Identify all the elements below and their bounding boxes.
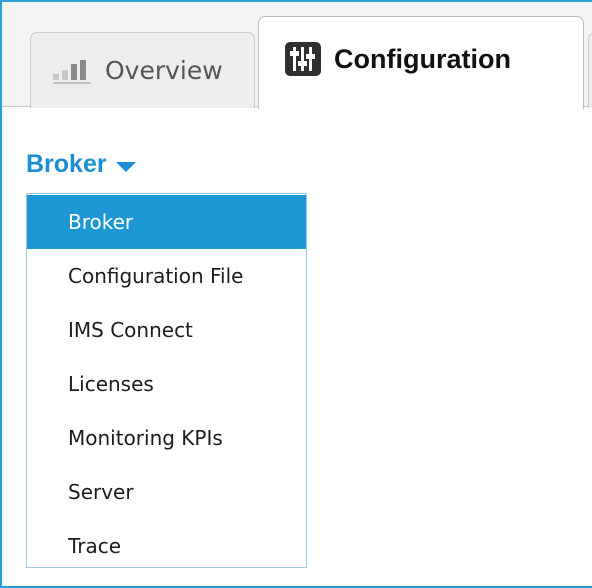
broker-dropdown-toggle[interactable]: Broker <box>26 150 136 179</box>
tab-configuration[interactable]: Configuration <box>258 16 584 109</box>
menu-item-monitoring-kpis[interactable]: Monitoring KPIs <box>27 411 306 465</box>
tab-overflow-edge <box>588 32 592 108</box>
sliders-icon <box>285 42 321 76</box>
broker-dropdown-menu: Broker Configuration File IMS Connect Li… <box>26 193 307 568</box>
broker-dropdown-label: Broker <box>26 150 107 178</box>
tab-overview-label: Overview <box>105 56 223 85</box>
bar-chart-icon <box>53 58 91 84</box>
menu-item-broker[interactable]: Broker <box>27 195 306 249</box>
caret-down-icon <box>115 161 136 172</box>
menu-item-configuration-file[interactable]: Configuration File <box>27 249 306 303</box>
menu-item-ims-connect[interactable]: IMS Connect <box>27 303 306 357</box>
menu-item-trace[interactable]: Trace <box>27 519 306 573</box>
tab-overview[interactable]: Overview <box>30 32 255 108</box>
tab-configuration-label: Configuration <box>334 43 511 74</box>
menu-item-licenses[interactable]: Licenses <box>27 357 306 411</box>
tab-bar: Overview Configuration <box>2 2 592 109</box>
menu-item-server[interactable]: Server <box>27 465 306 519</box>
